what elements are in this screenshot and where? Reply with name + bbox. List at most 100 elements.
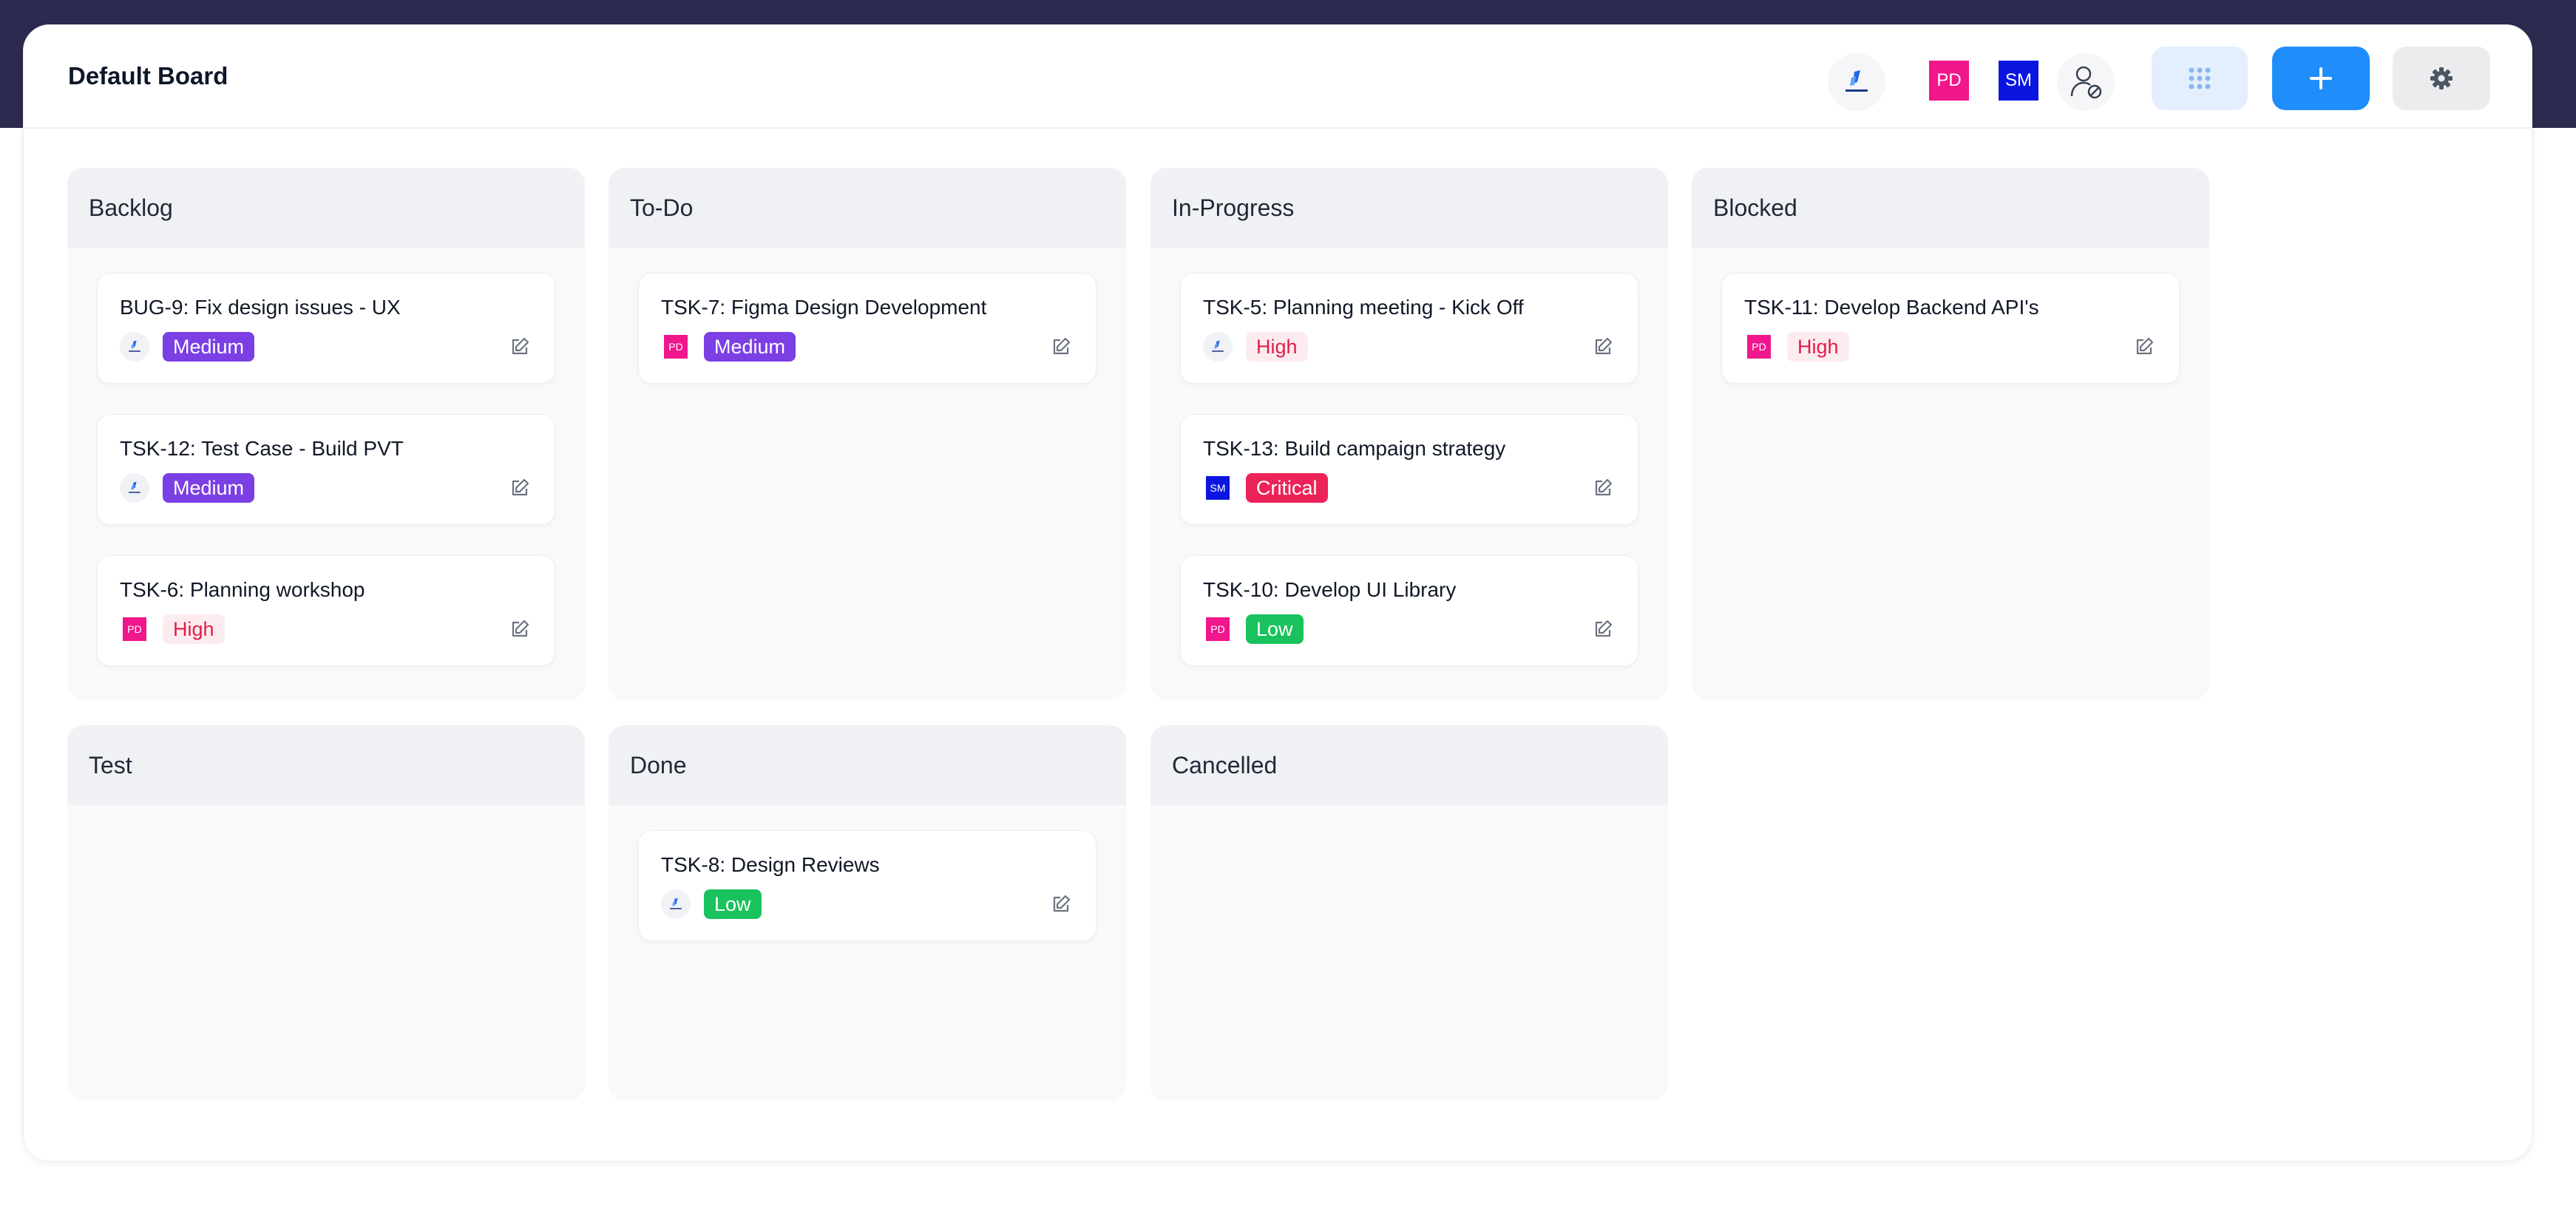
priority-badge: Medium bbox=[163, 473, 255, 503]
assignee-initials: PD bbox=[668, 341, 683, 353]
lane-header: Cancelled bbox=[1150, 725, 1668, 805]
edit-task-button[interactable] bbox=[2132, 334, 2157, 359]
lane-title: To-Do bbox=[630, 194, 694, 221]
task-card[interactable]: TSK-6: Planning workshop PD High bbox=[97, 555, 555, 666]
edit-task-button[interactable] bbox=[1590, 617, 1616, 642]
edit-task-button[interactable] bbox=[507, 475, 532, 501]
member-initials: SM bbox=[2005, 70, 2032, 90]
task-title: TSK-12: Test Case - Build PVT bbox=[120, 437, 404, 460]
assignee-initials: PD bbox=[127, 623, 142, 635]
priority-badge: Low bbox=[1246, 614, 1304, 644]
task-title: BUG-9: Fix design issues - UX bbox=[120, 296, 401, 319]
lane-header: In-Progress bbox=[1150, 168, 1668, 248]
edit-icon bbox=[1595, 337, 1613, 355]
member-avatar-sm[interactable]: SM bbox=[1999, 61, 2038, 101]
lane-title: Test bbox=[89, 751, 132, 778]
member-avatar-pd[interactable]: PD bbox=[1929, 61, 1969, 101]
lane-in-progress: In-Progress TSK-5: Planning meeting - Kic… bbox=[1150, 168, 1668, 700]
assignee-avatar bbox=[120, 332, 149, 362]
task-title: TSK-6: Planning workshop bbox=[120, 578, 365, 601]
grid-dots-icon bbox=[2189, 67, 2211, 89]
task-card[interactable]: BUG-9: Fix design issues - UX Medium bbox=[97, 273, 555, 384]
lane-test: Test bbox=[67, 725, 585, 1101]
lane-to-do: To-Do TSK-7: Figma Design Development PD Me… bbox=[609, 168, 1126, 700]
edit-icon bbox=[1053, 895, 1071, 912]
assignee-avatar: PD bbox=[1206, 617, 1230, 641]
lane-cancelled: Cancelled bbox=[1150, 725, 1668, 1101]
lane-header: Backlog bbox=[67, 168, 585, 248]
unassigned-member-button[interactable] bbox=[2057, 53, 2115, 111]
task-title: TSK-11: Develop Backend API's bbox=[1744, 296, 2039, 319]
edit-task-button[interactable] bbox=[1590, 475, 1616, 501]
priority-badge: Low bbox=[704, 889, 762, 919]
assignee-initials: SM bbox=[1210, 482, 1226, 494]
task-card[interactable]: TSK-11: Develop Backend API's PD High bbox=[1721, 273, 2180, 384]
company-logo-icon bbox=[129, 340, 140, 352]
task-card[interactable]: TSK-8: Design Reviews Low bbox=[638, 830, 1097, 941]
priority-badge: High bbox=[1246, 332, 1308, 362]
assignee-avatar: PD bbox=[664, 335, 688, 359]
lane-header: Blocked bbox=[1692, 168, 2209, 248]
priority-badge: High bbox=[1787, 332, 1849, 362]
priority-badge: Medium bbox=[163, 332, 255, 362]
edit-icon bbox=[512, 620, 529, 637]
lane-header: Test bbox=[67, 725, 585, 805]
priority-badge: Critical bbox=[1246, 473, 1328, 503]
assignee-avatar bbox=[1203, 332, 1233, 362]
edit-task-button[interactable] bbox=[1048, 892, 1074, 917]
lane-title: Cancelled bbox=[1172, 751, 1278, 778]
board-settings-button[interactable] bbox=[2393, 47, 2490, 110]
member-initials: PD bbox=[1936, 70, 1962, 90]
task-card[interactable]: TSK-13: Build campaign strategy SM Critica… bbox=[1180, 414, 1638, 525]
lane-title: In-Progress bbox=[1172, 194, 1295, 221]
gear-icon bbox=[2430, 67, 2453, 89]
company-logo-icon bbox=[1845, 70, 1868, 92]
task-title: TSK-13: Build campaign strategy bbox=[1203, 437, 1506, 460]
task-title: TSK-7: Figma Design Development bbox=[661, 296, 987, 319]
member-avatar-company[interactable] bbox=[1828, 53, 1885, 111]
edit-task-button[interactable] bbox=[1048, 334, 1074, 359]
edit-icon bbox=[2136, 337, 2154, 355]
task-title: TSK-8: Design Reviews bbox=[661, 853, 880, 876]
company-logo-icon bbox=[670, 898, 682, 909]
task-title: TSK-10: Develop UI Library bbox=[1203, 578, 1457, 601]
lane-backlog: Backlog BUG-9: Fix design issues - UX Medi… bbox=[67, 168, 585, 700]
edit-task-button[interactable] bbox=[507, 617, 532, 642]
edit-icon bbox=[1595, 478, 1613, 496]
priority-badge: High bbox=[163, 614, 225, 644]
edit-task-button[interactable] bbox=[507, 334, 532, 359]
edit-icon bbox=[512, 337, 529, 355]
lane-title: Blocked bbox=[1713, 194, 1797, 221]
assignee-avatar bbox=[120, 473, 149, 503]
task-card[interactable]: TSK-10: Develop UI Library PD Low bbox=[1180, 555, 1638, 666]
task-title: TSK-5: Planning meeting - Kick Off bbox=[1203, 296, 1524, 319]
priority-badge: Medium bbox=[704, 332, 796, 362]
grid-view-button[interactable] bbox=[2152, 47, 2248, 110]
assignee-avatar bbox=[661, 889, 691, 919]
lane-header: To-Do bbox=[609, 168, 1126, 248]
board-header: Default Board PD SM bbox=[24, 25, 2532, 129]
assignee-avatar: PD bbox=[123, 617, 146, 641]
lane-title: Done bbox=[630, 751, 687, 778]
edit-task-button[interactable] bbox=[1590, 334, 1616, 359]
plus-icon bbox=[2310, 67, 2332, 89]
assignee-initials: PD bbox=[1210, 623, 1225, 635]
company-logo-icon bbox=[129, 481, 140, 493]
task-card[interactable]: TSK-7: Figma Design Development PD Medium bbox=[638, 273, 1097, 384]
user-blocked-icon bbox=[2070, 66, 2102, 99]
lane-title: Backlog bbox=[89, 194, 173, 221]
company-logo-icon bbox=[1212, 340, 1224, 352]
add-task-button[interactable] bbox=[2272, 47, 2370, 110]
assignee-avatar: PD bbox=[1747, 335, 1771, 359]
lane-header: Done bbox=[609, 725, 1126, 805]
assignee-initials: PD bbox=[1752, 341, 1766, 353]
board-title: Default Board bbox=[68, 62, 228, 89]
edit-icon bbox=[1053, 337, 1071, 355]
assignee-avatar: SM bbox=[1206, 476, 1230, 500]
task-card[interactable]: TSK-12: Test Case - Build PVT Medium bbox=[97, 414, 555, 525]
board-panel: Default Board PD SM Backlog BUG-9: Fix d… bbox=[23, 24, 2532, 1161]
lane-blocked: Blocked TSK-11: Develop Backend API's PD Hi… bbox=[1692, 168, 2209, 700]
task-card[interactable]: TSK-5: Planning meeting - Kick Off High bbox=[1180, 273, 1638, 384]
lane-done: Done TSK-8: Design Reviews Low bbox=[609, 725, 1126, 1101]
edit-icon bbox=[512, 478, 529, 496]
